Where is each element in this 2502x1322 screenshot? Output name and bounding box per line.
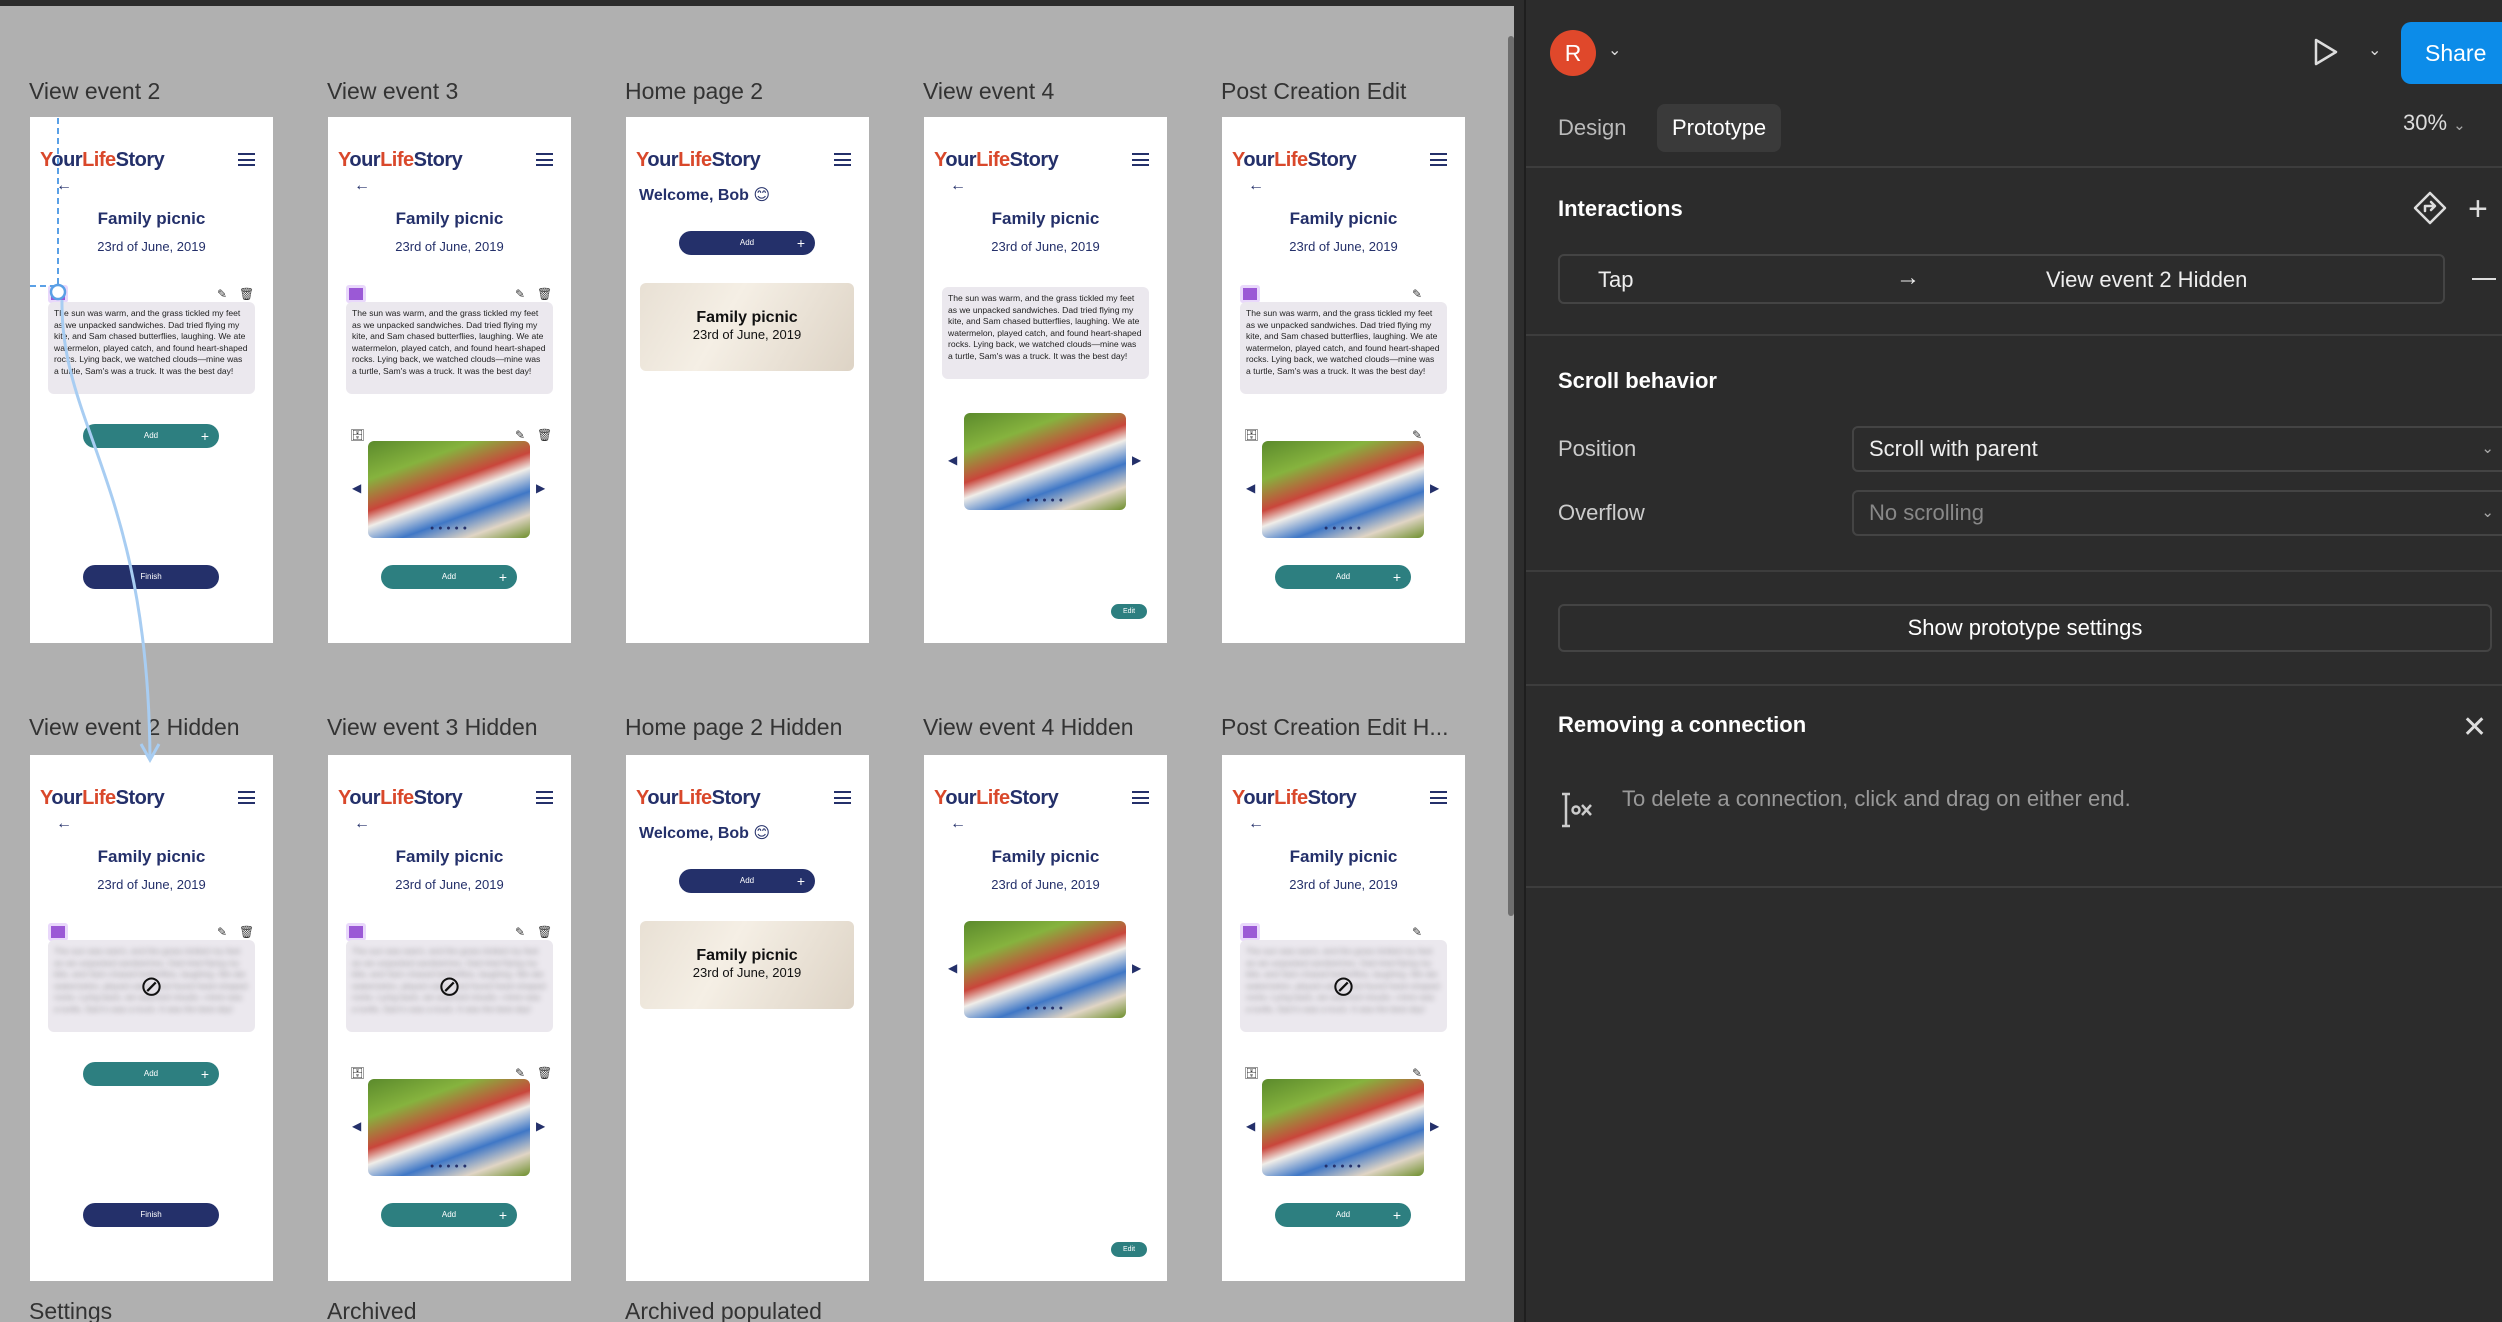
section-divider [1526,886,2502,888]
overflow-select[interactable]: No scrolling ⌄ [1852,490,2502,536]
interaction-destination: View event 2 Hidden [2046,267,2248,292]
position-label: Position [1558,436,1637,461]
figma-window: View event 2 View event 3 Home page 2 View … [0,0,2502,1322]
tab-design[interactable]: Design [1558,104,1626,152]
overflow-label: Overflow [1558,500,1645,525]
panel-divider [1524,0,1526,1322]
present-play-icon[interactable] [2313,38,2339,66]
overflow-value: No scrolling [1869,500,1984,525]
removing-connection-hint: To delete a connection, click and drag o… [1622,786,2131,811]
section-divider [1526,166,2502,168]
zoom-value: 30% [2403,110,2448,135]
tab-prototype[interactable]: Prototype [1657,104,1782,152]
avatar-chevron-down-icon[interactable]: ⌄ [1608,40,1621,60]
show-prototype-settings-button[interactable]: Show prototype settings [1558,604,2492,652]
remove-connection-icon [1562,792,1592,828]
removing-connection-title: Removing a connection [1558,712,1807,737]
close-icon[interactable]: ✕ [2462,710,2487,745]
flow-starting-point-icon[interactable] [2412,190,2448,226]
zoom-level[interactable]: 30% ⌄ [2403,110,2466,136]
chevron-down-icon: ⌄ [2481,440,2494,457]
scroll-behavior-title: Scroll behavior [1558,368,1717,393]
design-canvas[interactable]: View event 2 View event 3 Home page 2 View … [0,6,1514,1322]
zoom-chevron-icon: ⌄ [2453,117,2466,134]
chevron-down-icon: ⌄ [2481,504,2494,521]
interaction-row[interactable]: Tap → View event 2 Hidden [1558,254,2445,304]
present-chevron-down-icon[interactable]: ⌄ [2368,40,2381,60]
position-select[interactable]: Scroll with parent ⌄ [1852,426,2502,472]
share-button[interactable]: Share [2401,22,2502,84]
interactions-title: Interactions [1558,196,1683,221]
prototype-connection[interactable] [0,6,1514,1322]
interaction-trigger: Tap [1598,267,1634,292]
arrow-right-icon: → [1896,264,1920,291]
add-interaction-plus-icon[interactable]: + [2468,192,2488,226]
position-value: Scroll with parent [1869,436,2038,461]
section-divider [1526,684,2502,686]
remove-interaction-minus-icon[interactable] [2472,278,2496,280]
section-divider [1526,570,2502,572]
user-avatar[interactable]: R [1550,30,1596,76]
section-divider [1526,334,2502,336]
